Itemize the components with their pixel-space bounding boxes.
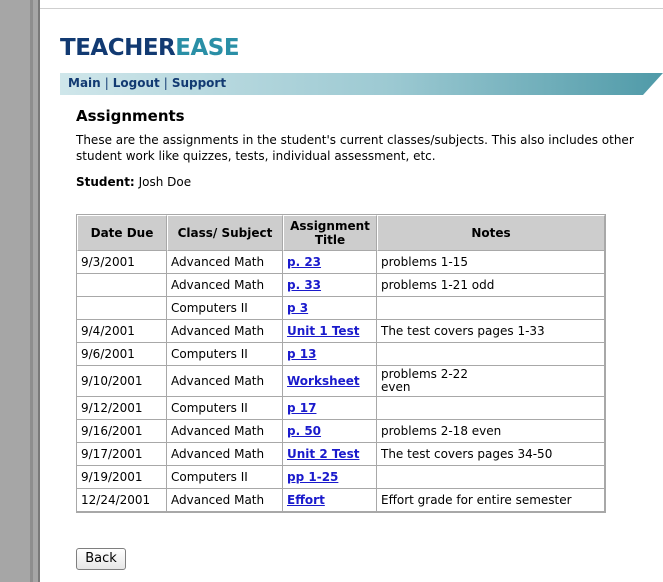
page-title: Assignments — [76, 107, 185, 125]
cell-assignment-title: Unit 2 Test — [283, 443, 377, 466]
assignment-link[interactable]: pp 1-25 — [287, 470, 338, 484]
header-date-due: Date Due — [77, 215, 167, 251]
cell-assignment-title: p 3 — [283, 297, 377, 320]
table-row: Advanced Math p. 33 problems 1-21 odd — [77, 274, 605, 297]
assignment-link[interactable]: p. 23 — [287, 255, 321, 269]
table-row: 9/6/2001 Computers II p 13 — [77, 343, 605, 366]
header-assignment-title: Assignment Title — [283, 215, 377, 251]
cell-assignment-title: Effort — [283, 489, 377, 512]
table-row: 9/4/2001 Advanced Math Unit 1 Test The test… — [77, 320, 605, 343]
page-description: These are the assignments in the student… — [76, 133, 634, 163]
table-row: 12/24/2001 Advanced Math Effort Effort grad… — [77, 489, 605, 512]
logo-text-ease: EASE — [175, 35, 240, 61]
header-class-subject: Class/ Subject — [167, 215, 283, 251]
cell-class-subject: Advanced Math — [167, 320, 283, 343]
cell-notes: The test covers pages 1-33 — [377, 320, 605, 343]
cell-notes: Effort grade for entire semester — [377, 489, 605, 512]
cell-class-subject: Advanced Math — [167, 443, 283, 466]
cell-assignment-title: p. 23 — [283, 251, 377, 274]
cell-assignment-title: pp 1-25 — [283, 466, 377, 489]
table-row: 9/10/2001 Advanced Math Worksheet problems … — [77, 366, 605, 397]
main-content: Assignments These are the assignments in… — [76, 106, 646, 190]
cell-assignment-title: p. 50 — [283, 420, 377, 443]
cell-assignment-title: Worksheet — [283, 366, 377, 397]
table-row: 9/3/2001 Advanced Math p. 23 problems 1-15 — [77, 251, 605, 274]
logo-text-teacher: TEACHER — [60, 35, 176, 61]
table-header-row: Date Due Class/ Subject Assignment Title… — [77, 215, 605, 251]
table-body: 9/3/2001 Advanced Math p. 23 problems 1-15 A… — [77, 251, 605, 512]
cell-date-due: 9/3/2001 — [77, 251, 167, 274]
nav-main-link[interactable]: Main — [68, 76, 101, 90]
assignment-link[interactable]: Unit 1 Test — [287, 324, 359, 338]
teacherease-logo: TEACHEREASE — [60, 34, 240, 62]
cell-notes: The test covers pages 34-50 — [377, 443, 605, 466]
nav-separator: | — [104, 76, 109, 90]
cell-date-due — [77, 274, 167, 297]
cell-class-subject: Computers II — [167, 466, 283, 489]
cell-date-due: 9/19/2001 — [77, 466, 167, 489]
cell-assignment-title: p 13 — [283, 343, 377, 366]
assignment-link[interactable]: p. 33 — [287, 278, 321, 292]
assignment-link[interactable]: Unit 2 Test — [287, 447, 359, 461]
cell-notes — [377, 397, 605, 420]
cell-assignment-title: Unit 1 Test — [283, 320, 377, 343]
top-divider — [40, 8, 663, 9]
cell-date-due: 9/16/2001 — [77, 420, 167, 443]
table-row: 9/16/2001 Advanced Math p. 50 problems 2-18… — [77, 420, 605, 443]
cell-class-subject: Advanced Math — [167, 489, 283, 512]
table-row: 9/17/2001 Advanced Math Unit 2 Test The tes… — [77, 443, 605, 466]
cell-class-subject: Computers II — [167, 343, 283, 366]
table-row: Computers II p 3 — [77, 297, 605, 320]
cell-date-due: 9/6/2001 — [77, 343, 167, 366]
cell-class-subject: Advanced Math — [167, 366, 283, 397]
cell-notes: problems 1-21 odd — [377, 274, 605, 297]
cell-date-due — [77, 297, 167, 320]
student-name: Josh Doe — [138, 175, 192, 189]
cell-class-subject: Advanced Math — [167, 251, 283, 274]
assignments-table: Date Due Class/ Subject Assignment Title… — [76, 214, 606, 513]
cell-notes — [377, 466, 605, 489]
cell-class-subject: Computers II — [167, 297, 283, 320]
nav-separator: | — [163, 76, 168, 90]
table-row: 9/12/2001 Computers II p 17 — [77, 397, 605, 420]
cell-date-due: 9/4/2001 — [77, 320, 167, 343]
assignment-link[interactable]: p. 50 — [287, 424, 321, 438]
assignment-link[interactable]: p 3 — [287, 301, 308, 315]
cell-date-due: 9/12/2001 — [77, 397, 167, 420]
assignment-link[interactable]: Worksheet — [287, 374, 360, 388]
student-label: Student: — [76, 175, 135, 189]
assignment-link[interactable]: p 13 — [287, 347, 316, 361]
cell-date-due: 9/17/2001 — [77, 443, 167, 466]
cell-notes — [377, 343, 605, 366]
cell-class-subject: Advanced Math — [167, 274, 283, 297]
cell-assignment-title: p. 33 — [283, 274, 377, 297]
assignment-link[interactable]: Effort — [287, 493, 325, 507]
cell-notes: problems 2-22 even — [377, 366, 605, 397]
cell-date-due: 9/10/2001 — [77, 366, 167, 397]
cell-class-subject: Advanced Math — [167, 420, 283, 443]
nav-logout-link[interactable]: Logout — [113, 76, 160, 90]
back-button[interactable]: Back — [76, 548, 126, 570]
cell-notes: problems 2-18 even — [377, 420, 605, 443]
cell-notes — [377, 297, 605, 320]
assignment-link[interactable]: p 17 — [287, 401, 316, 415]
cell-date-due: 12/24/2001 — [77, 489, 167, 512]
student-info: Student: Josh Doe — [76, 174, 646, 190]
table-row: 9/19/2001 Computers II pp 1-25 — [77, 466, 605, 489]
cell-class-subject: Computers II — [167, 397, 283, 420]
left-sidebar-edge — [30, 0, 33, 582]
left-sidebar-strip — [0, 0, 40, 582]
header-notes: Notes — [377, 215, 605, 251]
cell-notes: problems 1-15 — [377, 251, 605, 274]
nav-support-link[interactable]: Support — [172, 76, 226, 90]
cell-assignment-title: p 17 — [283, 397, 377, 420]
nav-bar: Main | Logout | Support — [60, 73, 663, 95]
